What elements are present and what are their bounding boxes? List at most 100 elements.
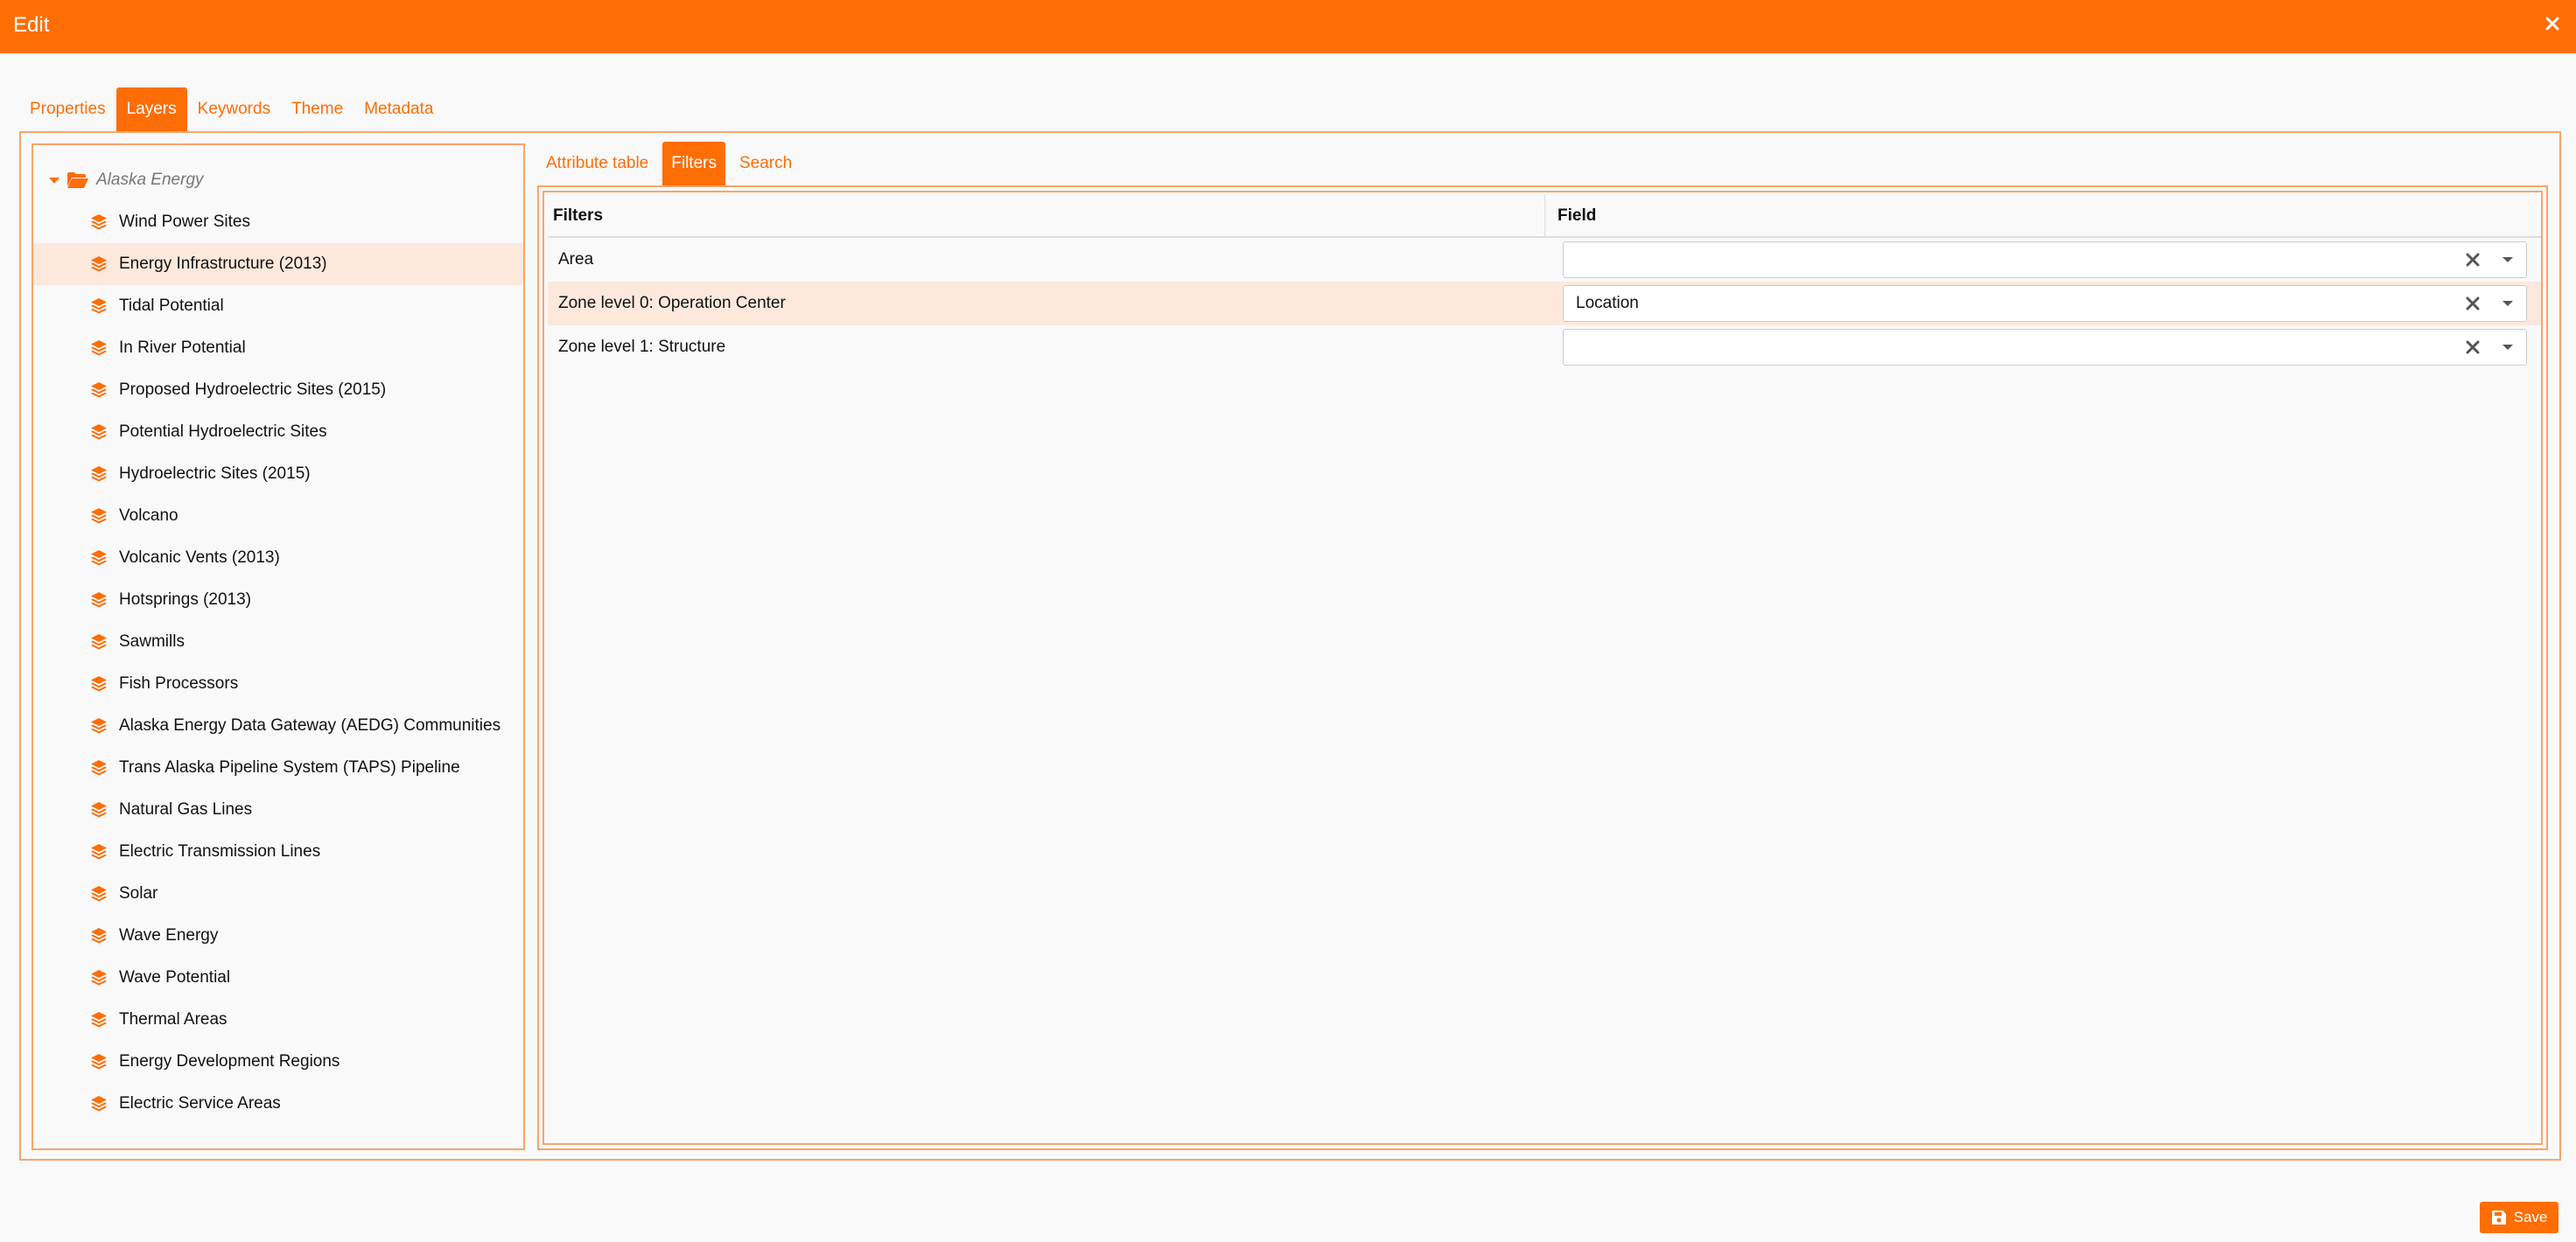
- layer-label: Wind Power Sites: [119, 213, 250, 231]
- tab-attribute-table[interactable]: Attribute table: [537, 142, 657, 185]
- layer-item[interactable]: Potential Hydroelectric Sites: [33, 411, 523, 453]
- layer-item[interactable]: Wave Potential: [33, 957, 523, 999]
- layer-item[interactable]: Solar: [33, 873, 523, 915]
- layer-label: Volcanic Vents (2013): [119, 548, 280, 567]
- layer-item[interactable]: Alaska Energy Data Gateway (AEDG) Commun…: [33, 705, 523, 747]
- layers-icon: [89, 884, 108, 904]
- clear-icon[interactable]: [2460, 334, 2486, 360]
- layer-item[interactable]: Sawmills: [33, 621, 523, 663]
- layers-icon: [89, 1010, 108, 1029]
- save-label: Save: [2513, 1209, 2548, 1225]
- tab-keywords[interactable]: Keywords: [187, 87, 281, 131]
- field-select[interactable]: [1563, 329, 2527, 366]
- filter-name: Zone level 0: Operation Center: [558, 294, 786, 312]
- chevron-down-icon[interactable]: [2495, 247, 2521, 273]
- table-row[interactable]: Zone level 1: Structure: [548, 325, 2541, 369]
- layer-label: Hotsprings (2013): [119, 590, 252, 609]
- layer-label: Electric Service Areas: [119, 1094, 281, 1113]
- field-select[interactable]: [1563, 241, 2527, 278]
- layer-item[interactable]: Fish Processors: [33, 663, 523, 705]
- layer-item[interactable]: Tidal Potential: [33, 285, 523, 327]
- layers-icon: [89, 1094, 108, 1113]
- layers-icon: [89, 632, 108, 652]
- filters-panel: Filters Field Area Zone level 0: Operati…: [537, 185, 2548, 1150]
- layers-icon: [89, 464, 108, 484]
- layers-icon: [89, 548, 108, 568]
- layer-item[interactable]: Volcano: [33, 495, 523, 537]
- tab-label: Metadata: [364, 100, 434, 118]
- column-header-filters: Filters: [548, 195, 1545, 237]
- tree-root-label: Alaska Energy: [96, 171, 204, 189]
- chevron-down-icon[interactable]: [2495, 334, 2521, 360]
- layer-list: Wind Power Sites Energy Infrastructure (…: [33, 201, 523, 1125]
- folder-open-icon: [66, 171, 91, 190]
- layer-item[interactable]: Volcanic Vents (2013): [33, 537, 523, 579]
- layers-icon: [89, 338, 108, 358]
- table-row[interactable]: Zone level 0: Operation Center Location: [548, 282, 2541, 325]
- layer-item[interactable]: Proposed Hydroelectric Sites (2015): [33, 369, 523, 411]
- tree-root-node[interactable]: Alaska Energy: [46, 163, 204, 198]
- layer-item[interactable]: Electric Transmission Lines: [33, 831, 523, 873]
- layers-icon: [89, 213, 108, 232]
- save-icon: [2491, 1210, 2507, 1225]
- main-tabs: Properties Layers Keywords Theme Metadat…: [19, 87, 444, 131]
- layer-label: In River Potential: [119, 338, 246, 357]
- layer-item[interactable]: Electric Service Areas: [33, 1083, 523, 1125]
- tab-label: Search: [738, 154, 793, 172]
- layer-item[interactable]: Hydroelectric Sites (2015): [33, 453, 523, 495]
- tab-properties[interactable]: Properties: [19, 87, 116, 131]
- layer-item[interactable]: Trans Alaska Pipeline System (TAPS) Pipe…: [33, 747, 523, 789]
- layer-label: Potential Hydroelectric Sites: [119, 422, 327, 441]
- layer-label: Tidal Potential: [119, 297, 224, 315]
- layer-label: Wave Energy: [119, 926, 219, 945]
- dialog-title: Edit: [13, 13, 50, 37]
- table-row[interactable]: Area: [548, 238, 2541, 282]
- layers-icon: [89, 506, 108, 526]
- layer-item[interactable]: In River Potential: [33, 327, 523, 369]
- tab-label: Layers: [126, 100, 177, 118]
- layers-icon: [89, 674, 108, 694]
- field-select[interactable]: Location: [1563, 285, 2527, 322]
- chevron-down-icon[interactable]: [2495, 290, 2521, 317]
- layer-item[interactable]: Wind Power Sites: [33, 201, 523, 243]
- layer-label: Hydroelectric Sites (2015): [119, 464, 311, 483]
- layer-tree: Alaska Energy Wind Power Sites Energy In…: [32, 143, 525, 1150]
- layer-label: Energy Infrastructure (2013): [119, 255, 327, 273]
- layer-item[interactable]: Energy Infrastructure (2013): [33, 243, 523, 285]
- layer-item[interactable]: Wave Energy: [33, 915, 523, 957]
- layers-icon: [89, 758, 108, 778]
- layer-label: Solar: [119, 884, 158, 903]
- layers-icon: [89, 422, 108, 442]
- clear-icon[interactable]: [2460, 290, 2486, 317]
- caret-down-icon[interactable]: [46, 171, 63, 189]
- filter-name: Area: [558, 250, 594, 269]
- layers-icon: [89, 255, 108, 274]
- filters-panel-inner: Filters Field Area Zone level 0: Operati…: [542, 191, 2543, 1145]
- layer-label: Thermal Areas: [119, 1010, 228, 1029]
- layer-item[interactable]: Thermal Areas: [33, 999, 523, 1041]
- layer-label: Natural Gas Lines: [119, 800, 253, 819]
- layers-icon: [89, 800, 108, 820]
- save-button[interactable]: Save: [2480, 1202, 2558, 1233]
- layer-label: Energy Development Regions: [119, 1052, 340, 1071]
- layer-item[interactable]: Hotsprings (2013): [33, 579, 523, 621]
- layers-icon: [89, 297, 108, 316]
- tab-layers[interactable]: Layers: [116, 87, 187, 131]
- sub-tabs: Attribute table Filters Search: [537, 142, 801, 185]
- layer-item[interactable]: Natural Gas Lines: [33, 789, 523, 831]
- layers-icon: [89, 716, 108, 736]
- tab-theme[interactable]: Theme: [281, 87, 354, 131]
- layer-label: Volcano: [119, 506, 178, 525]
- layers-icon: [89, 842, 108, 862]
- tab-label: Properties: [30, 100, 106, 118]
- tab-metadata[interactable]: Metadata: [354, 87, 444, 131]
- tab-filters[interactable]: Filters: [662, 142, 725, 185]
- close-icon[interactable]: [2539, 10, 2566, 37]
- tab-search[interactable]: Search: [731, 142, 801, 185]
- layer-label: Alaska Energy Data Gateway (AEDG) Commun…: [119, 716, 501, 735]
- layer-item[interactable]: Energy Development Regions: [33, 1041, 523, 1083]
- clear-icon[interactable]: [2460, 247, 2486, 273]
- field-select-value: Location: [1576, 294, 1639, 312]
- layers-icon: [89, 968, 108, 987]
- column-header-field: Field: [1558, 206, 1597, 225]
